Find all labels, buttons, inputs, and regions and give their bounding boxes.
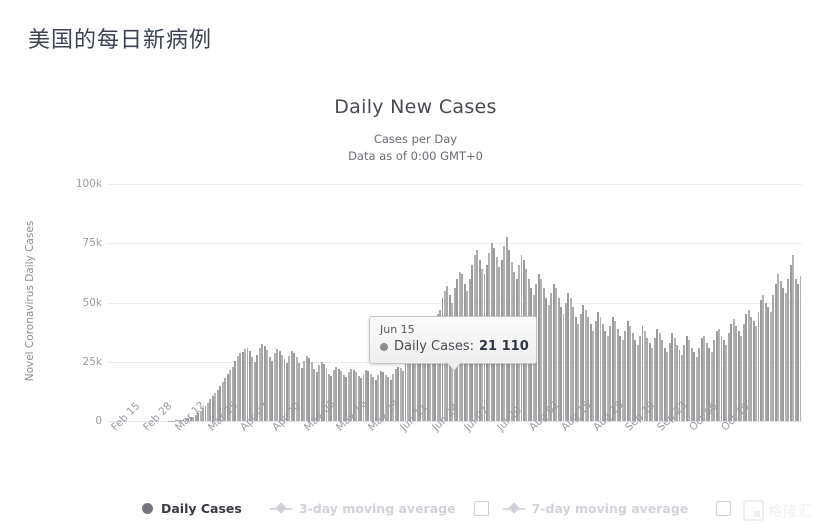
checkbox-7-day-moving-average[interactable] [716,500,732,516]
chart-title: Daily New Cases [334,96,497,118]
line-marker-icon [269,503,292,513]
legend-item-3-day-moving-average[interactable]: 3-day moving average [269,500,456,516]
chart-legend: Daily Cases 3-day moving average 7-day m… [142,493,742,523]
legend-item-7-day-moving-average[interactable]: 7-day moving average [502,500,689,516]
x-axis-ticks: Feb 15 Feb 28 Mar 12 Mar 25 Apr 07 Apr 20 May … [108,398,802,495]
chart-subtitle-cases-per-day: Cases per Day [373,132,458,146]
line-marker-icon [502,503,525,513]
y-axis-title: Novel Coronavirus Daily Cases [24,220,36,382]
checkbox-3-day-moving-average[interactable] [473,500,489,516]
y-axis-tick-label: 75k [82,237,102,250]
y-axis-tick-label: 25k [82,355,102,368]
y-axis-ticks: 0 25k 50k 75k 100k [56,80,102,531]
tooltip-series-dot-icon [380,342,388,351]
chart-subtitle-data-as-of: Data as of 0:00 GMT+0 [348,149,483,163]
legend-label-7-day: 7-day moving average [531,500,689,516]
y-axis-tick-label: 50k [82,296,102,309]
tooltip-series-label: Daily Cases: [394,339,474,354]
tooltip-date: Jun 15 [380,323,415,336]
bar[interactable] [799,276,802,421]
daily-new-cases-chart: Daily New Cases Cases per Day Data as of… [0,80,831,531]
tooltip-row: Daily Cases: 21 110 [380,339,529,354]
tooltip-value: 21 110 [479,339,529,354]
circle-icon [142,502,153,514]
bar-series-daily-cases[interactable] [108,184,802,421]
plot-area [108,184,802,422]
legend-label-daily-cases: Daily Cases [161,500,242,516]
y-axis-tick-label: 0 [95,415,102,427]
legend-item-daily-cases[interactable]: Daily Cases [142,501,242,516]
watermark-text: 格隆汇 [768,503,813,520]
page-title: 美国的每日新病例 [28,28,213,53]
legend-label-3-day: 3-day moving average [298,500,456,516]
watermark: 格隆汇 [743,500,813,521]
y-axis-tick-label: 100k [75,178,102,190]
tooltip-pointer [446,361,462,370]
watermark-logo-icon [743,500,764,521]
chart-tooltip: Jun 15 Daily Cases: 21 110 [369,316,537,364]
